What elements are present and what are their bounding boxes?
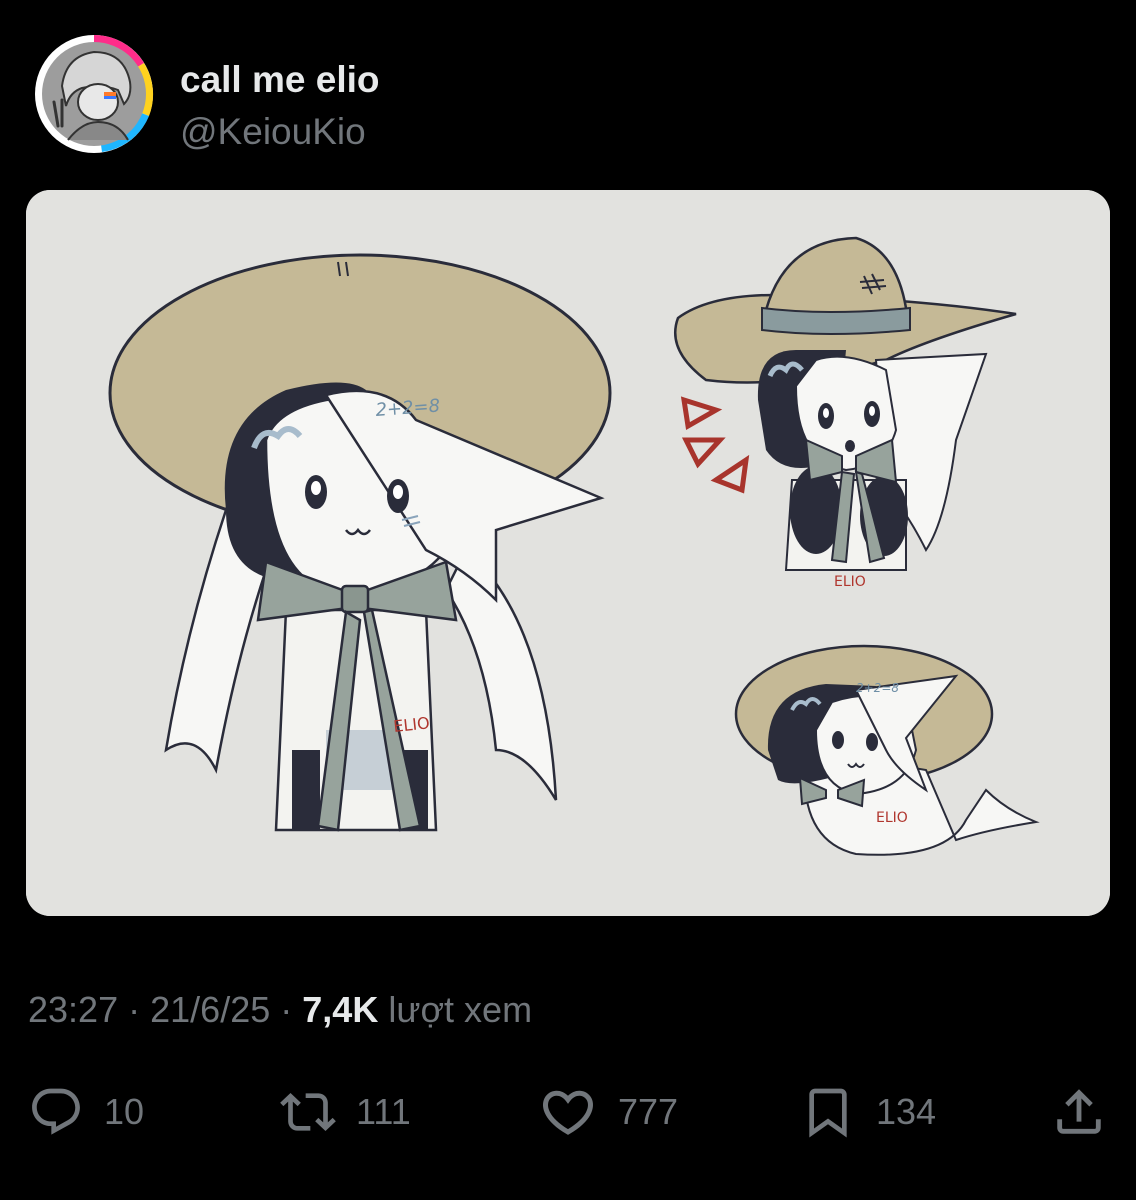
signature-large: ELIO xyxy=(392,713,430,736)
handle[interactable]: @KeiouKio xyxy=(180,110,380,154)
meta-separator: · xyxy=(280,989,293,1030)
share-icon xyxy=(1057,1089,1101,1134)
tweet-meta: 23:27 · 21/6/25 · 7,4K lượt xem xyxy=(28,988,532,1032)
reply-count: 10 xyxy=(104,1091,145,1132)
math-text-small: 2+2=8 xyxy=(856,681,899,695)
illustration: 2+2=8 ELIO ELIO 2+2=8 ELIO xyxy=(26,190,1110,916)
action-bar: 10 111 777 134 xyxy=(0,1082,1136,1142)
views-label: lượt xem xyxy=(388,989,533,1030)
tweet-time[interactable]: 23:27 xyxy=(28,989,118,1030)
author-names: call me elio @KeiouKio xyxy=(180,58,380,154)
signature-bottom-right: ELIO xyxy=(876,810,908,826)
math-text-large: 2+2=8 xyxy=(375,396,441,421)
repost-icon xyxy=(280,1093,336,1131)
display-name[interactable]: call me elio xyxy=(180,58,380,102)
bookmark-count: 134 xyxy=(876,1091,937,1132)
reply-icon xyxy=(32,1088,80,1135)
like-count: 777 xyxy=(618,1091,679,1132)
like-button[interactable]: 777 xyxy=(538,1082,678,1142)
repost-count: 111 xyxy=(356,1091,411,1132)
reply-button[interactable]: 10 xyxy=(28,1082,144,1142)
avatar[interactable] xyxy=(32,30,156,158)
repost-button[interactable]: 111 xyxy=(280,1082,411,1142)
tweet-date[interactable]: 21/6/25 xyxy=(150,989,270,1030)
share-button[interactable] xyxy=(1050,1082,1108,1142)
tweet-image[interactable]: 2+2=8 ELIO ELIO 2+2=8 ELIO xyxy=(26,190,1110,916)
views-count: 7,4K xyxy=(302,989,379,1030)
bookmark-icon xyxy=(809,1088,847,1138)
heart-icon xyxy=(542,1090,594,1135)
meta-separator: · xyxy=(128,989,141,1030)
bookmark-button[interactable]: 134 xyxy=(800,1082,936,1142)
signature-top-right: ELIO xyxy=(834,574,866,590)
